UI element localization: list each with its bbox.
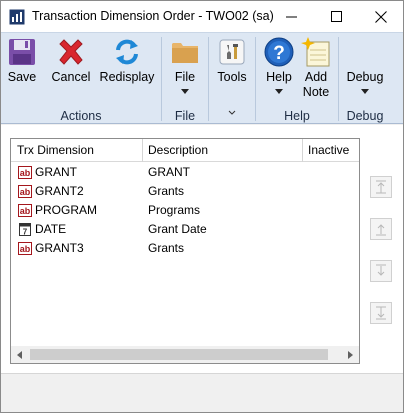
- dimension-grid[interactable]: Trx Dimension Description Inactive ab GR…: [10, 138, 360, 364]
- move-down-icon: [376, 264, 386, 276]
- minimize-button[interactable]: [269, 1, 314, 32]
- alphanumeric-icon: ab: [18, 242, 32, 255]
- maximize-icon: [331, 11, 342, 22]
- save-label: Save: [7, 70, 37, 84]
- alphanumeric-icon: ab: [18, 204, 32, 217]
- tools-button[interactable]: Tools: [215, 35, 249, 103]
- add-note-button[interactable]: Add Note: [298, 35, 334, 103]
- file-dropdown-icon: [181, 89, 189, 94]
- actions-group-label: Actions: [60, 109, 102, 123]
- move-bottom-icon: [376, 306, 386, 320]
- add-note-label-line1: Add: [304, 70, 328, 84]
- table-row[interactable]: ab PROGRAM Programs: [11, 201, 359, 220]
- table-row[interactable]: 7 DATE Grant Date: [11, 220, 359, 239]
- file-button[interactable]: File: [168, 35, 202, 103]
- add-note-label-line2: Note: [302, 85, 330, 99]
- redisplay-button[interactable]: Redisplay: [99, 35, 155, 103]
- move-up-button[interactable]: [370, 218, 392, 240]
- column-header-trx-dimension[interactable]: Trx Dimension: [11, 139, 142, 162]
- title-bar: Transaction Dimension Order - TWO02 (sa): [1, 1, 403, 32]
- date-icon: 7: [19, 223, 31, 237]
- help-label: Help: [266, 70, 292, 84]
- file-group: File File: [162, 33, 208, 125]
- move-top-icon: [376, 180, 386, 194]
- content-area: Trx Dimension Description Inactive ab GR…: [1, 125, 403, 373]
- status-bar: [1, 373, 403, 412]
- move-up-icon: [376, 224, 386, 236]
- file-group-label: File: [174, 109, 196, 123]
- debug-button[interactable]: Debug: [343, 35, 387, 103]
- maximize-button[interactable]: [314, 1, 359, 32]
- svg-text:ab: ab: [20, 187, 31, 197]
- help-group: ? Help Add Note Help: [256, 33, 338, 125]
- scroll-thumb[interactable]: [30, 349, 328, 360]
- svg-text:7: 7: [23, 228, 28, 237]
- description-cell: Grant Date: [148, 222, 207, 236]
- alphanumeric-icon: ab: [18, 185, 32, 198]
- horizontal-scrollbar[interactable]: [11, 346, 359, 363]
- transaction-dimension-order-window: Transaction Dimension Order - TWO02 (sa): [0, 0, 404, 413]
- description-cell: Grants: [148, 241, 185, 255]
- scroll-right-icon: [347, 350, 353, 359]
- help-question-icon: ?: [264, 37, 294, 67]
- svg-text:ab: ab: [20, 244, 31, 254]
- tools-label: Tools: [217, 70, 247, 84]
- move-to-bottom-button[interactable]: [370, 302, 392, 324]
- window-title: Transaction Dimension Order - TWO02 (sa): [32, 9, 274, 23]
- chevron-down-icon: [228, 110, 236, 115]
- cancel-label: Cancel: [51, 70, 91, 84]
- debug-group: Debug Debug: [339, 33, 391, 125]
- tools-group: Tools: [209, 33, 255, 125]
- close-icon: [374, 10, 387, 23]
- save-icon: [9, 39, 35, 65]
- help-dropdown-icon: [275, 89, 283, 94]
- svg-text:ab: ab: [20, 206, 31, 216]
- svg-text:?: ?: [273, 43, 285, 64]
- tools-icon: [219, 39, 245, 65]
- add-note-icon: [301, 37, 330, 67]
- table-row[interactable]: ab GRANT GRANT: [11, 163, 359, 182]
- description-cell: Programs: [148, 203, 201, 217]
- column-header-description[interactable]: Description: [142, 139, 302, 162]
- ribbon: Save Cancel Redisplay Actions File File …: [1, 32, 403, 124]
- actions-group: Save Cancel Redisplay Actions: [1, 33, 161, 125]
- help-button[interactable]: ? Help: [261, 35, 297, 103]
- move-to-top-button[interactable]: [370, 176, 392, 198]
- cancel-button[interactable]: Cancel: [51, 35, 91, 103]
- trx-dimension-cell: DATE: [35, 222, 67, 236]
- scroll-left-button[interactable]: [11, 346, 28, 363]
- scroll-left-icon: [16, 350, 22, 359]
- cancel-x-icon: [59, 39, 83, 65]
- column-header-inactive[interactable]: Inactive: [302, 139, 359, 162]
- debug-icon-space: [348, 35, 382, 69]
- app-icon: [9, 9, 25, 25]
- table-row[interactable]: ab GRANT2 Grants: [11, 182, 359, 201]
- debug-label: Debug: [346, 70, 384, 84]
- alphanumeric-icon: ab: [18, 166, 32, 179]
- scroll-right-button[interactable]: [342, 346, 359, 363]
- table-row[interactable]: ab GRANT3 Grants: [11, 239, 359, 258]
- description-cell: GRANT: [148, 165, 190, 179]
- trx-dimension-cell: GRANT: [35, 165, 77, 179]
- folder-icon: [172, 43, 198, 63]
- trx-dimension-cell: PROGRAM: [35, 203, 98, 217]
- redisplay-label: Redisplay: [99, 70, 155, 84]
- grid-header: Trx Dimension Description Inactive: [11, 139, 359, 162]
- trx-dimension-cell: GRANT3: [35, 241, 84, 255]
- tools-group-expander[interactable]: [209, 105, 255, 119]
- close-button[interactable]: [358, 1, 403, 32]
- move-down-button[interactable]: [370, 260, 392, 282]
- file-label: File: [174, 70, 196, 84]
- help-group-label: Help: [284, 109, 310, 123]
- svg-text:ab: ab: [20, 168, 31, 178]
- debug-group-label: Debug: [346, 109, 384, 123]
- minimize-icon: [286, 16, 297, 18]
- save-button[interactable]: Save: [7, 35, 37, 103]
- description-cell: Grants: [148, 184, 185, 198]
- refresh-icon: [116, 39, 138, 65]
- trx-dimension-cell: GRANT2: [35, 184, 84, 198]
- debug-dropdown-icon: [361, 89, 369, 94]
